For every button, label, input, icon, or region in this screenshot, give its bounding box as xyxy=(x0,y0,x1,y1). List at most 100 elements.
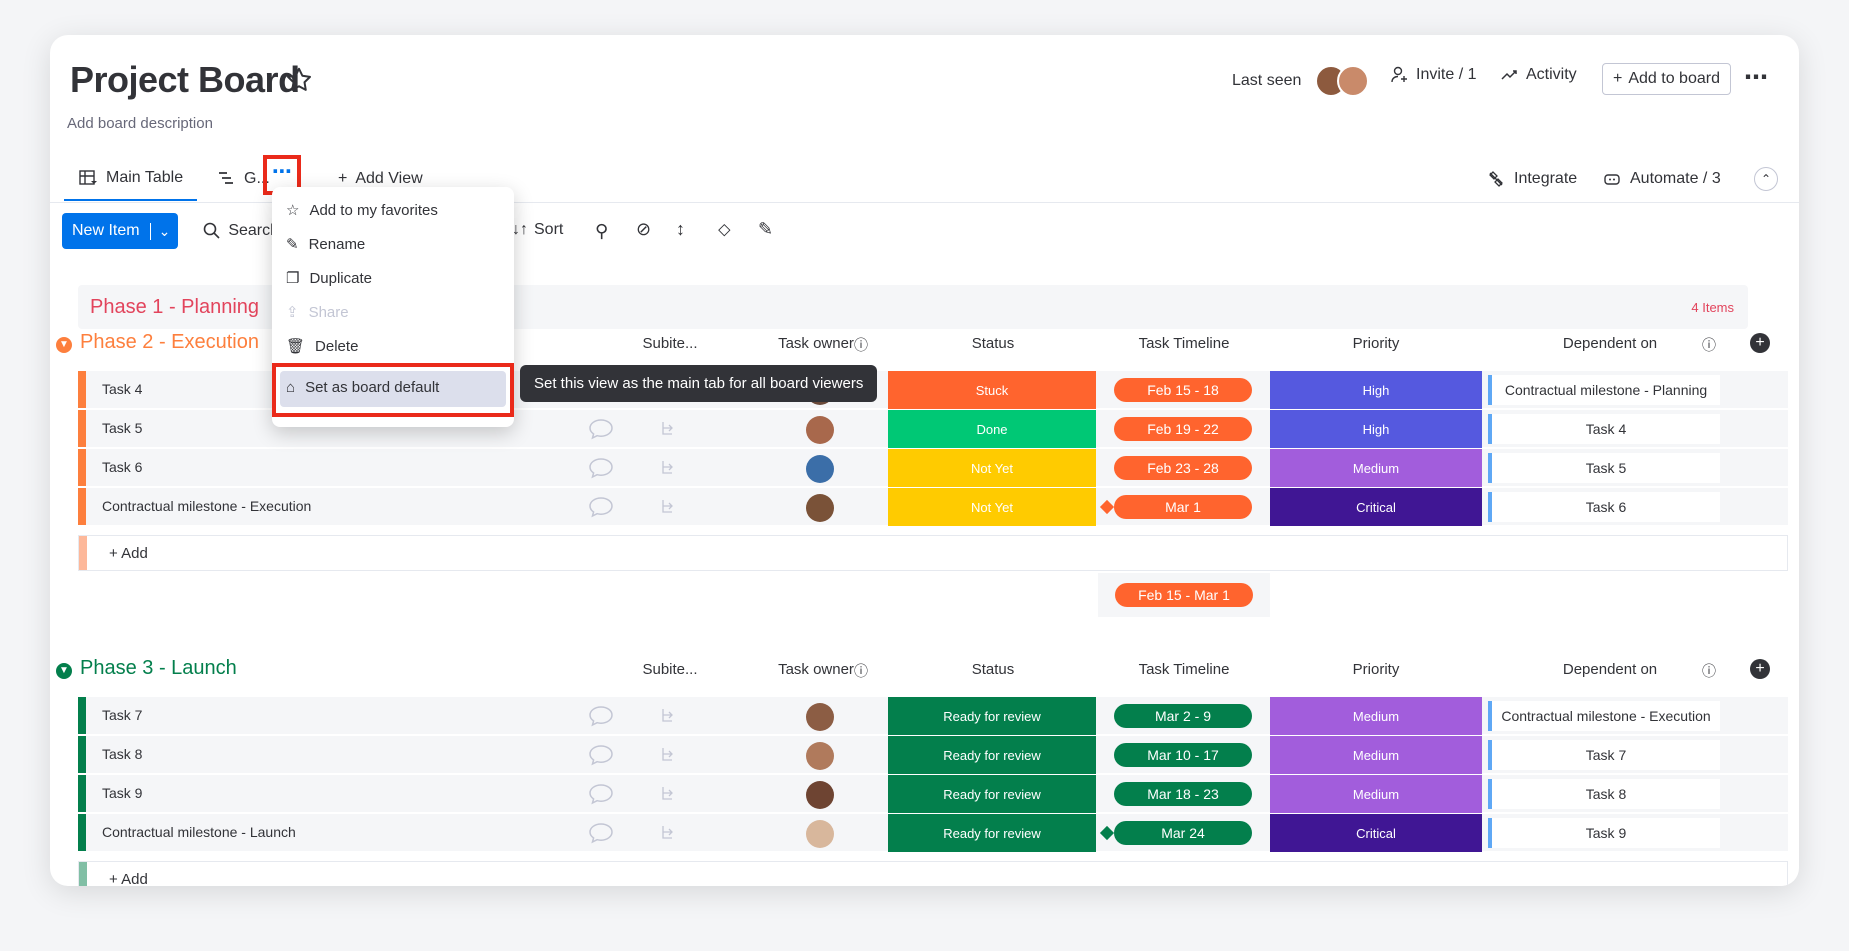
priority-cell[interactable]: Medium xyxy=(1270,449,1482,487)
tab-gantt[interactable]: G... xyxy=(216,157,270,201)
table-row[interactable]: Task 6 Not Yet Feb 23 - 28 Medium Task 5 xyxy=(78,449,1788,487)
menu-item-duplicate[interactable]: ❐ Duplicate xyxy=(286,269,372,288)
priority-cell[interactable]: Critical xyxy=(1270,814,1482,852)
column-header-dependent[interactable]: Dependent on xyxy=(1490,335,1730,352)
subitems-icon[interactable] xyxy=(660,498,676,516)
edit-icon[interactable]: ✎ xyxy=(758,219,773,240)
table-row[interactable]: Task 9 Ready for review Mar 18 - 23 Medi… xyxy=(78,775,1788,813)
priority-cell[interactable]: Medium xyxy=(1270,736,1482,774)
chevron-down-icon[interactable]: ▼ xyxy=(56,337,72,353)
status-cell[interactable]: Stuck xyxy=(888,371,1096,409)
column-header-priority[interactable]: Priority xyxy=(1270,661,1482,678)
menu-item-favorites[interactable]: ☆ Add to my favorites xyxy=(286,201,438,220)
tab-options-icon[interactable]: ⋯ xyxy=(270,161,294,187)
collapse-header-icon[interactable]: ⌃ xyxy=(1754,167,1778,191)
conversation-icon[interactable] xyxy=(588,418,614,440)
item-name[interactable]: Task 7 xyxy=(102,707,142,723)
add-item-row[interactable]: + Add xyxy=(78,535,1788,571)
item-name[interactable]: Task 6 xyxy=(102,459,142,475)
group-title[interactable]: Phase 2 - Execution xyxy=(80,331,259,354)
timeline-cell[interactable]: Mar 2 - 9 xyxy=(1098,697,1268,735)
item-name[interactable]: Contractual milestone - Execution xyxy=(102,498,311,514)
dependency-cell[interactable]: Task 5 xyxy=(1488,453,1720,483)
add-item-row[interactable]: + Add xyxy=(78,861,1788,886)
subitems-icon[interactable] xyxy=(660,707,676,725)
board-description[interactable]: Add board description xyxy=(67,115,213,132)
column-header-status[interactable]: Status xyxy=(888,335,1098,352)
item-name[interactable]: Task 9 xyxy=(102,785,142,801)
timeline-cell[interactable]: Mar 1 xyxy=(1098,488,1268,526)
column-header-subitems[interactable]: Subite... xyxy=(640,335,700,352)
column-header-dependent[interactable]: Dependent on xyxy=(1490,661,1730,678)
avatar[interactable] xyxy=(806,742,834,770)
conversation-icon[interactable] xyxy=(588,744,614,766)
conversation-icon[interactable] xyxy=(588,705,614,727)
chevron-down-icon[interactable]: ⌄ xyxy=(149,222,179,240)
activity-button[interactable]: Activity xyxy=(1500,65,1577,85)
pin-icon[interactable]: ⚲ xyxy=(595,221,608,242)
automate-button[interactable]: Automate / 3 xyxy=(1602,157,1721,201)
row-height-icon[interactable]: ↕ xyxy=(676,219,685,240)
column-header-timeline[interactable]: Task Timeline xyxy=(1098,661,1270,678)
dependency-cell[interactable]: Task 6 xyxy=(1488,492,1720,522)
subitems-icon[interactable] xyxy=(660,824,676,842)
more-options-icon[interactable]: ⋯ xyxy=(1744,63,1769,92)
status-cell[interactable]: Ready for review xyxy=(888,814,1096,852)
menu-item-rename[interactable]: ✎ Rename xyxy=(286,235,365,254)
status-cell[interactable]: Ready for review xyxy=(888,697,1096,735)
dependency-cell[interactable]: Task 7 xyxy=(1488,740,1720,770)
status-cell[interactable]: Not Yet xyxy=(888,488,1096,526)
avatar[interactable] xyxy=(806,455,834,483)
favorite-star-icon[interactable] xyxy=(284,65,314,95)
dependency-cell[interactable]: Task 4 xyxy=(1488,414,1720,444)
dependency-cell[interactable]: Task 9 xyxy=(1488,818,1720,848)
priority-cell[interactable]: High xyxy=(1270,410,1482,448)
avatar[interactable] xyxy=(806,494,834,522)
column-header-subitems[interactable]: Subite... xyxy=(640,661,700,678)
last-seen[interactable]: Last seen xyxy=(1232,65,1370,97)
info-icon[interactable]: ⓘ xyxy=(854,661,868,681)
dependency-cell[interactable]: Task 8 xyxy=(1488,779,1720,809)
dependency-cell[interactable]: Contractual milestone - Execution xyxy=(1488,701,1720,731)
page-title[interactable]: Project Board xyxy=(70,59,300,101)
integrate-button[interactable]: Integrate xyxy=(1486,157,1577,201)
subitems-icon[interactable] xyxy=(660,746,676,764)
timeline-cell[interactable]: Feb 23 - 28 xyxy=(1098,449,1268,487)
conversation-icon[interactable] xyxy=(588,496,614,518)
avatar[interactable] xyxy=(806,416,834,444)
menu-item-delete[interactable]: 🗑 Delete xyxy=(286,337,358,356)
group-title[interactable]: Phase 1 - Planning xyxy=(90,296,259,319)
priority-cell[interactable]: High xyxy=(1270,371,1482,409)
timeline-cell[interactable]: Feb 19 - 22 xyxy=(1098,410,1268,448)
status-cell[interactable]: Done xyxy=(888,410,1096,448)
item-name[interactable]: Task 5 xyxy=(102,420,142,436)
tab-main-table[interactable]: Main Table xyxy=(64,157,198,201)
invite-button[interactable]: Invite / 1 xyxy=(1390,65,1476,85)
new-item-button[interactable]: New Item ⌄ xyxy=(62,213,179,249)
timeline-cell[interactable]: Mar 10 - 17 xyxy=(1098,736,1268,774)
avatar[interactable] xyxy=(806,703,834,731)
timeline-cell[interactable]: Mar 24 xyxy=(1098,814,1268,852)
timeline-cell[interactable]: Feb 15 - 18 xyxy=(1098,371,1268,409)
search-button[interactable]: Search xyxy=(202,221,279,241)
status-cell[interactable]: Not Yet xyxy=(888,449,1096,487)
menu-item-set-default[interactable]: ⌂ Set as board default xyxy=(286,379,439,396)
conversation-icon[interactable] xyxy=(588,822,614,844)
table-row[interactable]: Task 7 Ready for review Mar 2 - 9 Medium… xyxy=(78,697,1788,735)
info-icon[interactable]: ⓘ xyxy=(854,335,868,355)
add-column-icon[interactable]: + xyxy=(1750,659,1770,679)
item-name[interactable]: Task 8 xyxy=(102,746,142,762)
status-cell[interactable]: Ready for review xyxy=(888,775,1096,813)
add-column-icon[interactable]: + xyxy=(1750,333,1770,353)
add-to-board-button[interactable]: + Add to board xyxy=(1602,63,1731,95)
info-icon[interactable]: ⓘ xyxy=(1702,661,1716,681)
subitems-icon[interactable] xyxy=(660,785,676,803)
column-header-priority[interactable]: Priority xyxy=(1270,335,1482,352)
color-fill-icon[interactable]: ⬦ xyxy=(718,219,731,240)
subitems-icon[interactable] xyxy=(660,420,676,438)
conversation-icon[interactable] xyxy=(588,783,614,805)
avatar[interactable] xyxy=(806,820,834,848)
table-row[interactable]: Contractual milestone - Launch Ready for… xyxy=(78,814,1788,852)
table-row[interactable]: Task 8 Ready for review Mar 10 - 17 Medi… xyxy=(78,736,1788,774)
item-name[interactable]: Contractual milestone - Launch xyxy=(102,824,296,840)
